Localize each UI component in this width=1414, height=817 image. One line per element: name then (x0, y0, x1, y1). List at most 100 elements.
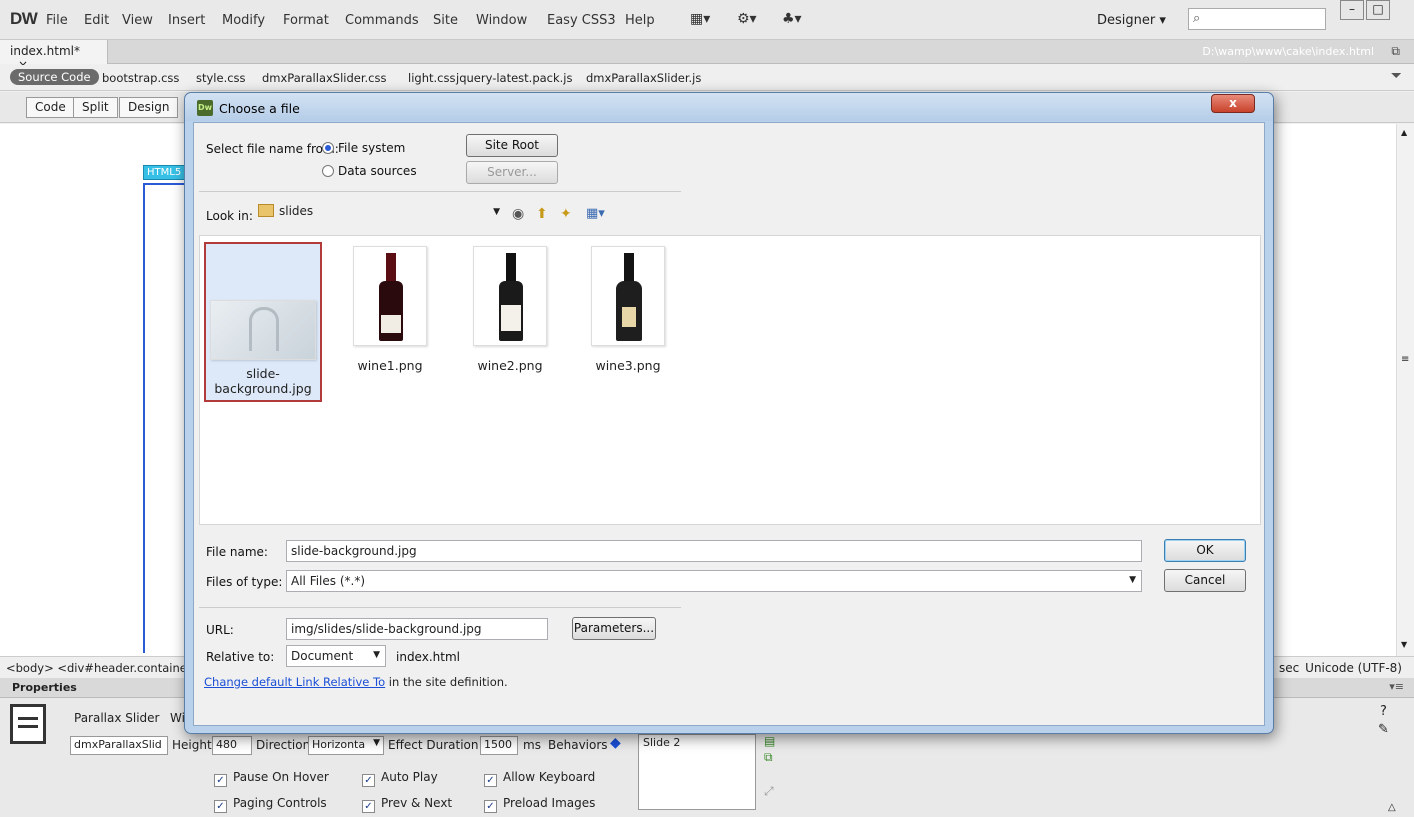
relative-to-select[interactable]: Document ▼ (286, 645, 386, 667)
server-button[interactable]: Server... (466, 161, 558, 184)
ok-button[interactable]: OK (1164, 539, 1246, 562)
image-thumbnail (591, 246, 665, 346)
back-icon[interactable]: ◉ (512, 206, 524, 222)
filter-icon[interactable]: ⏷ (1391, 68, 1402, 84)
split-view-button[interactable]: Split (73, 97, 118, 118)
menu-modify[interactable]: Modify (222, 13, 265, 28)
html5-tag[interactable]: HTML5 (143, 165, 186, 180)
scroll-up-icon[interactable]: ▲ (1401, 128, 1407, 137)
gear-icon[interactable]: ⚙▾ (737, 11, 757, 27)
related-file[interactable]: dmxParallaxSlider.js (586, 71, 701, 85)
menu-view[interactable]: View (122, 13, 153, 28)
slides-list[interactable]: Slide 2 (638, 734, 756, 810)
related-file[interactable]: style.css (196, 71, 246, 85)
source-code-button[interactable]: Source Code (10, 69, 99, 85)
design-view-button[interactable]: Design (119, 97, 179, 118)
scroll-grip-icon[interactable]: ≡ (1401, 354, 1409, 365)
layout-icon[interactable]: ▦▾ (690, 11, 710, 27)
auto-play-checkbox[interactable]: ✓ Auto Play (362, 770, 438, 787)
menu-help[interactable]: Help (625, 13, 655, 28)
separator (199, 607, 681, 608)
view-menu-icon[interactable]: ▦▾ (586, 206, 605, 221)
files-of-type-label: Files of type: (206, 575, 283, 589)
files-of-type-select[interactable]: All Files (*.*) ▼ (286, 570, 1142, 592)
maximize-icon[interactable]: □ (1366, 0, 1390, 20)
height-input[interactable]: 480 (212, 736, 252, 755)
effect-unit: ms (523, 738, 541, 752)
file-item-wine3[interactable]: wine3.png (568, 244, 688, 404)
id-input[interactable]: dmxParallaxSlid (70, 736, 168, 755)
add-slide-icon[interactable]: ▤ (764, 734, 775, 748)
related-file[interactable]: dmxParallaxSlider.css (262, 71, 387, 85)
tab-index-html[interactable]: index.html* × (0, 40, 108, 72)
help-icon[interactable]: ? (1380, 704, 1387, 719)
menu-commands[interactable]: Commands (345, 13, 419, 28)
search-input[interactable]: ⌕ (1188, 8, 1326, 30)
workspace-switcher[interactable]: Designer ▾ (1097, 13, 1166, 28)
cancel-button[interactable]: Cancel (1164, 569, 1246, 592)
prev-next-checkbox[interactable]: ✓ Prev & Next (362, 796, 452, 813)
image-thumbnail (473, 246, 547, 346)
menu-window[interactable]: Window (476, 13, 527, 28)
close-button[interactable]: x (1211, 94, 1255, 113)
menu-format[interactable]: Format (283, 13, 329, 28)
file-item-wine2[interactable]: wine2.png (450, 244, 570, 404)
dialog-titlebar[interactable]: Dw Choose a file x (185, 93, 1273, 121)
menu-bar: DW File Edit View Insert Modify Format C… (0, 0, 1414, 40)
collapse-icon[interactable]: △ (1388, 802, 1396, 813)
select-from-label: Select file name from: (206, 142, 339, 156)
preload-images-checkbox[interactable]: ✓ Preload Images (484, 796, 595, 813)
parameters-button[interactable]: Parameters... (572, 617, 656, 640)
restore-icon[interactable]: ⧉ (1391, 44, 1400, 59)
folder-icon (258, 204, 274, 217)
minimize-icon[interactable]: – (1340, 0, 1364, 20)
site-root-button[interactable]: Site Root (466, 134, 558, 157)
new-folder-icon[interactable]: ✦ (560, 206, 572, 222)
code-view-button[interactable]: Code (26, 97, 75, 118)
direction-select[interactable]: Horizonta ▼ (308, 736, 384, 755)
paging-controls-checkbox[interactable]: ✓ Paging Controls (214, 796, 327, 813)
dialog-body: Select file name from: File system Data … (193, 122, 1265, 726)
file-system-radio[interactable]: File system (322, 141, 405, 155)
related-file[interactable]: jquery-latest.pack.js (456, 71, 573, 85)
behaviors-label: Behaviors (548, 738, 608, 752)
menu-edit[interactable]: Edit (84, 13, 109, 28)
behaviors-icon[interactable]: ◆ (610, 735, 621, 751)
related-file[interactable]: bootstrap.css (102, 71, 179, 85)
pause-on-hover-checkbox[interactable]: ✓ Pause On Hover (214, 770, 329, 787)
file-list[interactable]: slide-background.jpg wine1.png wine2.png (199, 235, 1261, 525)
related-file[interactable]: light.css (408, 71, 455, 85)
document-path: D:\wamp\www\cake\index.html (1202, 45, 1374, 58)
data-sources-radio[interactable]: Data sources (322, 164, 417, 178)
url-input[interactable]: img/slides/slide-background.jpg (286, 618, 548, 640)
expand-icon[interactable]: ⤢ (764, 784, 774, 799)
site-icon[interactable]: ♣▾ (782, 11, 802, 27)
file-item-slide-background[interactable]: slide-background.jpg (204, 242, 322, 402)
change-default-link[interactable]: Change default Link Relative To (204, 675, 385, 689)
menu-site[interactable]: Site (433, 13, 458, 28)
menu-file[interactable]: File (46, 13, 68, 28)
file-name-input[interactable]: slide-background.jpg (286, 540, 1142, 562)
allow-keyboard-checkbox[interactable]: ✓ Allow Keyboard (484, 770, 595, 787)
dreamweaver-icon: Dw (197, 100, 213, 116)
vertical-scrollbar[interactable]: ▲ ≡ ▼ (1396, 124, 1414, 656)
effect-duration-input[interactable]: 1500 (480, 736, 518, 755)
url-label: URL: (206, 623, 234, 637)
file-item-wine1[interactable]: wine1.png (330, 244, 450, 404)
edit-icon[interactable]: ✎ (1378, 722, 1389, 737)
look-in-select[interactable]: slides ▼ (258, 204, 504, 228)
relative-to-label: Relative to: (206, 650, 275, 664)
menu-easy-css3[interactable]: Easy CSS3 (547, 13, 616, 28)
duplicate-slide-icon[interactable]: ⧉ (764, 750, 773, 765)
look-in-label: Look in: (206, 209, 253, 223)
dialog-title: Choose a file (219, 101, 300, 116)
scroll-down-icon[interactable]: ▼ (1401, 640, 1407, 649)
list-item[interactable]: Slide 2 (643, 736, 751, 749)
panel-menu-icon[interactable]: ▾≡ (1389, 680, 1404, 693)
choose-file-dialog: Dw Choose a file x Select file name from… (184, 92, 1274, 734)
height-label: Height (172, 738, 212, 752)
up-folder-icon[interactable]: ⬆ (536, 206, 548, 222)
properties-title: Properties (12, 681, 77, 694)
menu-insert[interactable]: Insert (168, 13, 205, 28)
tag-selector[interactable]: <body> <div#header.container (6, 661, 192, 675)
